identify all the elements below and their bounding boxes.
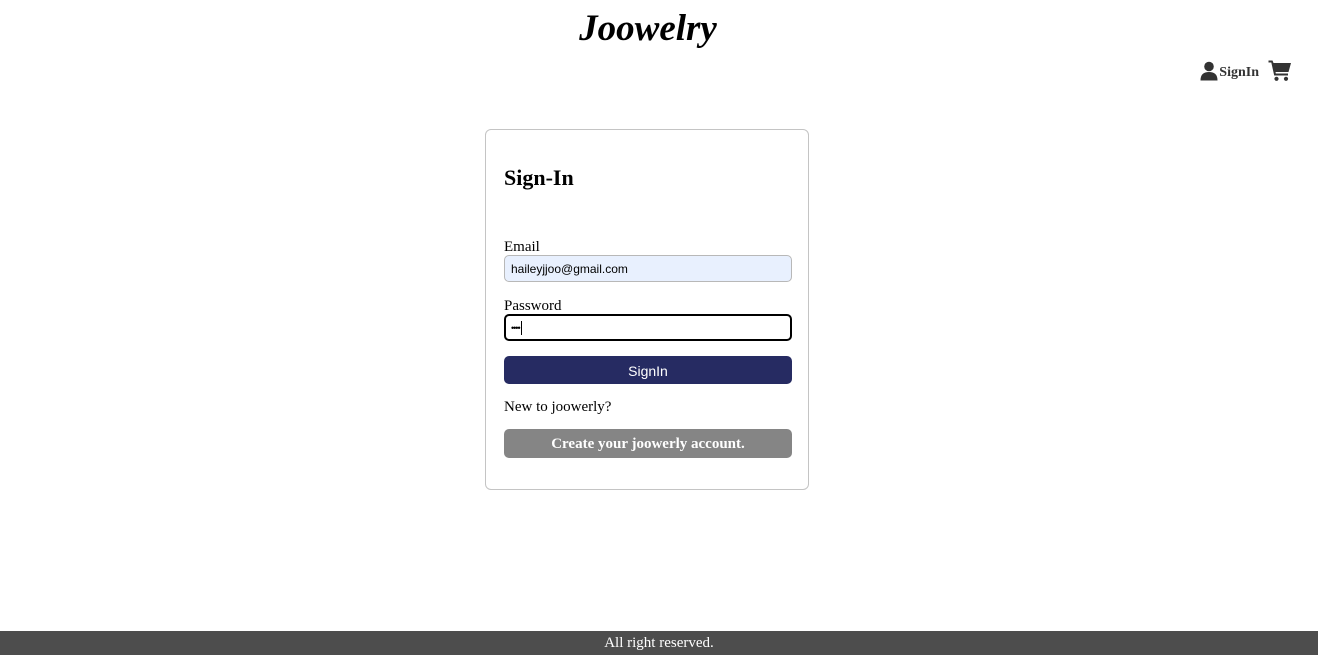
password-value: •••• bbox=[511, 322, 521, 333]
brand-logo[interactable]: Joowelry bbox=[0, 6, 1296, 52]
footer-text: All right reserved. bbox=[604, 635, 714, 651]
nav-signin-label: SignIn bbox=[1219, 65, 1259, 80]
email-value: haileyjjoo@gmail.com bbox=[511, 261, 628, 276]
cart-button[interactable] bbox=[1268, 58, 1292, 82]
new-account-prompt: New to joowerly? bbox=[504, 399, 612, 415]
cart-icon bbox=[1268, 60, 1291, 81]
create-account-button[interactable]: Create your joowerly account. bbox=[504, 429, 792, 458]
page: Joowelry SignIn Sign-In Email haileyjjoo… bbox=[0, 0, 1318, 655]
user-icon bbox=[1200, 61, 1218, 81]
signin-card: Sign-In Email haileyjjoo@gmail.com Passw… bbox=[485, 129, 809, 490]
header-nav: SignIn bbox=[1200, 58, 1292, 82]
email-label: Email bbox=[504, 239, 540, 255]
email-field[interactable]: haileyjjoo@gmail.com bbox=[504, 255, 792, 282]
signin-title: Sign-In bbox=[504, 165, 574, 190]
text-caret bbox=[520, 320, 522, 335]
password-field[interactable]: •••• bbox=[504, 314, 792, 341]
nav-signin-link[interactable]: SignIn bbox=[1200, 60, 1259, 82]
footer: All right reserved. bbox=[0, 631, 1318, 655]
password-label: Password bbox=[504, 298, 562, 314]
signin-button[interactable]: SignIn bbox=[504, 356, 792, 384]
